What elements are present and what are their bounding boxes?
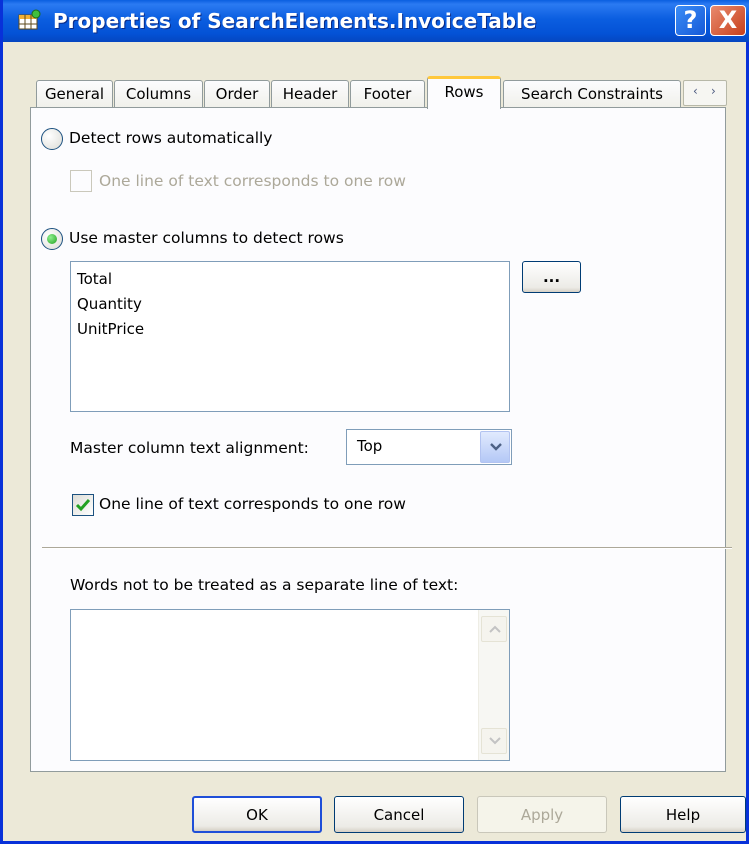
tab-rows[interactable]: Rows: [427, 76, 501, 109]
tab-general[interactable]: General: [36, 80, 113, 108]
tab-columns[interactable]: Columns: [114, 80, 203, 108]
scroll-up-button[interactable]: [481, 616, 507, 642]
detect-auto-label[interactable]: Detect rows automatically: [69, 129, 272, 147]
browse-columns-button[interactable]: ...: [522, 261, 581, 293]
tab-strip: General Columns Order Header Footer Rows…: [30, 76, 749, 109]
use-master-radio[interactable]: [41, 228, 63, 250]
title-bar[interactable]: Properties of SearchElements.InvoiceTabl…: [3, 0, 749, 42]
dropdown-button[interactable]: [480, 431, 510, 463]
table-properties-icon: [18, 9, 41, 30]
chevron-up-icon: [489, 625, 501, 633]
alignment-value: Top: [357, 437, 383, 455]
question-icon: ?: [683, 6, 698, 34]
master-one-line-label[interactable]: One line of text corresponds to one row: [99, 495, 406, 513]
window-title: Properties of SearchElements.InvoiceTabl…: [53, 9, 537, 33]
tab-scroll-buttons: ‹ ›: [683, 80, 727, 106]
radio-selected-dot: [47, 234, 57, 244]
ok-button[interactable]: OK: [192, 796, 322, 833]
master-one-line-checkbox[interactable]: [72, 494, 94, 516]
chevron-right-icon[interactable]: ›: [711, 84, 716, 98]
close-button[interactable]: X: [710, 5, 746, 36]
help-title-button[interactable]: ?: [675, 5, 706, 36]
alignment-label: Master column text alignment:: [70, 439, 309, 457]
auto-one-line-checkbox[interactable]: [70, 170, 92, 192]
list-item[interactable]: Quantity: [77, 292, 503, 317]
master-columns-list[interactable]: Total Quantity UnitPrice: [70, 261, 510, 412]
tab-footer[interactable]: Footer: [350, 80, 425, 108]
checkmark-icon: [75, 499, 91, 512]
list-item[interactable]: UnitPrice: [77, 317, 503, 342]
use-master-label[interactable]: Use master columns to detect rows: [69, 229, 344, 247]
close-icon: X: [718, 6, 738, 34]
scroll-down-button[interactable]: [481, 728, 507, 754]
chevron-down-icon: [489, 737, 501, 745]
detect-auto-radio[interactable]: [41, 128, 63, 150]
cancel-button[interactable]: Cancel: [334, 796, 464, 833]
words-label: Words not to be treated as a separate li…: [70, 576, 459, 594]
alignment-select[interactable]: Top: [346, 429, 512, 465]
list-item[interactable]: Total: [77, 267, 503, 292]
auto-one-line-label: One line of text corresponds to one row: [99, 172, 406, 190]
properties-dialog: Properties of SearchElements.InvoiceTabl…: [0, 0, 749, 844]
words-textarea[interactable]: [70, 609, 510, 761]
chevron-down-icon: [490, 443, 502, 451]
vertical-scrollbar[interactable]: [478, 610, 509, 760]
tab-order[interactable]: Order: [204, 80, 270, 108]
apply-button[interactable]: Apply: [477, 796, 607, 833]
tab-search-constraints[interactable]: Search Constraints: [503, 80, 681, 108]
help-button[interactable]: Help: [620, 796, 746, 833]
tab-header[interactable]: Header: [271, 80, 349, 108]
chevron-left-icon[interactable]: ‹: [693, 84, 698, 98]
divider: [42, 547, 732, 549]
